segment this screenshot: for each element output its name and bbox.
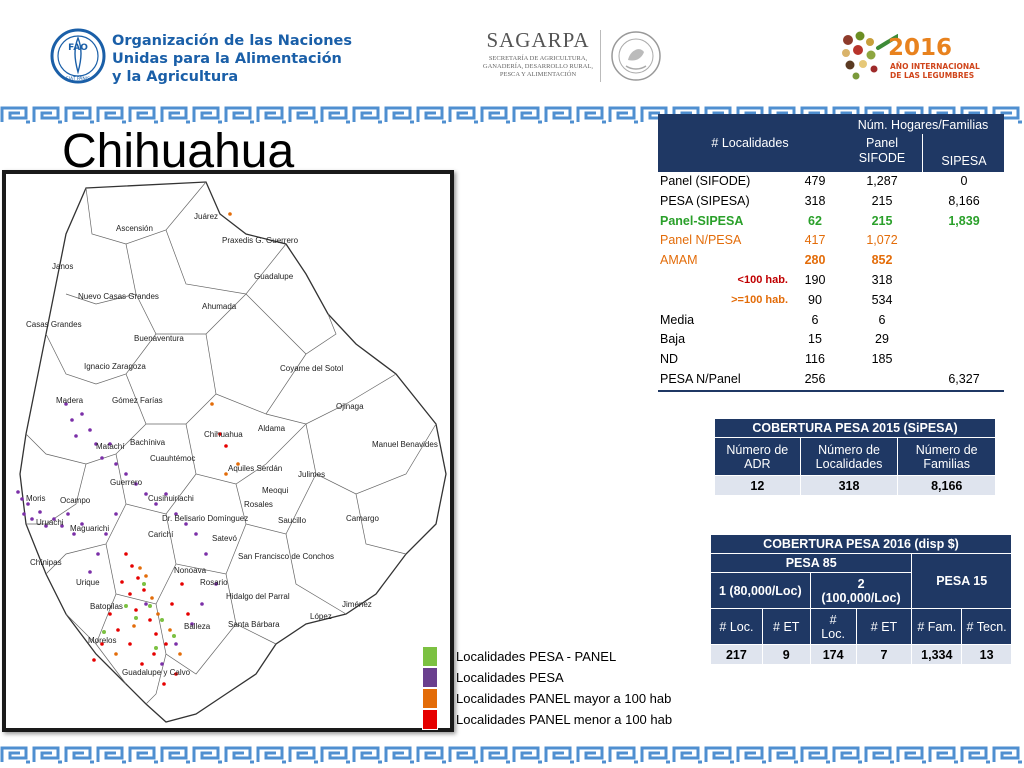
map-label: Balleza (184, 622, 211, 631)
map-label: Hidalgo del Parral (226, 592, 290, 601)
legend-swatch-red (422, 709, 438, 730)
map-label: Saucillo (278, 516, 307, 525)
map-label: Uruachi (36, 518, 64, 527)
map-label: Aldama (258, 424, 286, 433)
map-label: Rosales (244, 500, 273, 509)
map-label: Gómez Farías (112, 396, 163, 405)
map-label: Juárez (194, 212, 219, 221)
map-label: Nonoava (174, 566, 207, 575)
table-row: 217 9 174 7 1,334 13 (710, 644, 1012, 665)
fao-name: Organización de las Naciones Unidas para… (112, 33, 352, 85)
map-label: Guerrero (110, 478, 143, 487)
logo-divider (600, 30, 601, 82)
map-label: Dr. Belisario Domínguez (162, 514, 249, 523)
map-label: Chihuahua (204, 430, 243, 439)
map-label: Santa Bárbara (228, 620, 280, 629)
map-label: San Francisco de Conchos (238, 552, 335, 561)
map-label: Ahumada (202, 302, 237, 311)
map-label: Meoqui (262, 486, 289, 495)
map-label: Camargo (346, 514, 379, 523)
localidades-table: # Localidades Núm. Hogares/Familias Pane… (658, 114, 1004, 392)
legend-item: Localidades PESA (422, 667, 722, 688)
map-label: Cuauhtémoc (150, 454, 196, 463)
map-label: Bachíniva (130, 438, 166, 447)
map-label: Janos (52, 262, 74, 271)
map-label: Aquiles Serdán (228, 464, 283, 473)
map-label: Ojinaga (336, 402, 364, 411)
sagarpa-logo: SAGARPA SECRETARÍA DE AGRICULTURA, GANAD… (482, 28, 594, 78)
map-label: Satevó (212, 534, 237, 543)
table-row: ND 116 185 (660, 352, 893, 367)
table-row: Panel N/PESA 417 1,072 (660, 233, 898, 248)
map-label: Moris (26, 494, 46, 503)
map-label: Casas Grandes (26, 320, 82, 329)
map-label: Morelos (88, 636, 117, 645)
fao-logo: FAO FIAT PANIS (50, 28, 106, 84)
map-label: Guadalupe (254, 272, 294, 281)
cobertura-2015-table: COBERTURA PESA 2015 (SiPESA) Número de AD… (714, 418, 996, 496)
table-title: COBERTURA PESA 2015 (SiPESA) (714, 418, 996, 438)
year-subtitle: AÑO INTERNACIONAL DE LAS LEGUMBRES (890, 62, 980, 80)
map-label: Ocampo (60, 496, 91, 505)
map-label: Jiménez (342, 600, 372, 609)
map-label: Maguarichi (70, 524, 110, 533)
map-label: López (310, 612, 332, 621)
map-label: Batopilas (90, 602, 123, 611)
table-row: >=100 hab. 90 534 (731, 292, 893, 307)
map-label: Coyame del Sotol (280, 364, 344, 373)
table-row: Panel (SIFODE) 479 1,287 0 (660, 174, 968, 188)
table-row: AMAM 280 852 (660, 253, 893, 268)
table-row: PESA N/Panel 256 6,327 (660, 371, 980, 386)
map-label: Carichí (148, 530, 174, 539)
map-canvas (16, 181, 447, 723)
table-row: Media 6 6 (660, 312, 886, 327)
svg-text:FIAT PANIS: FIAT PANIS (66, 76, 90, 82)
chihuahua-map: Juárez Ascensión Praxedis G. Guerrero Ja… (2, 170, 454, 732)
table-row: Baja 15 29 (660, 332, 889, 347)
year-2016: 2016 (888, 35, 953, 61)
map-label: Praxedis G. Guerrero (222, 236, 299, 245)
legend-item: Localidades PANEL menor a 100 hab (422, 709, 722, 730)
decorative-band-bottom (0, 744, 1024, 766)
cobertura-2016-table: COBERTURA PESA 2016 (disp $) PESA 85 PES… (709, 534, 1012, 665)
map-label: Cusihuiriachi (148, 494, 194, 503)
legend-swatch-green (422, 646, 438, 667)
map-label: Buenaventura (134, 334, 184, 343)
table-row: Panel-SIPESA 62 215 1,839 (660, 213, 980, 228)
map-label: Ignacio Zaragoza (84, 362, 146, 371)
table-row: PESA (SIPESA) 318 215 8,166 (660, 193, 980, 208)
map-label: Nuevo Casas Grandes (78, 292, 159, 301)
map-label: Ascensión (116, 224, 153, 233)
table-title: COBERTURA PESA 2016 (disp $) (710, 534, 1012, 554)
table-row: <100 hab. 190 318 (737, 272, 893, 287)
map-label: Chínipas (30, 558, 62, 567)
map-label: Guadalupe y Calvo (122, 668, 191, 677)
map-label: Rosario (200, 578, 228, 587)
map-label: Julimes (298, 470, 326, 479)
map-label: Urique (76, 578, 100, 587)
table-row: 12 318 8,166 (714, 475, 996, 496)
table-header: # Localidades Núm. Hogares/Familias Pane… (658, 114, 1004, 172)
map-label: Matachí (96, 442, 125, 451)
svg-text:FAO: FAO (68, 43, 88, 53)
map-label: Manuel Benavides (372, 440, 438, 449)
legend-item: Localidades PANEL mayor a 100 hab (422, 688, 722, 709)
map-label: Madera (56, 396, 84, 405)
legend-swatch-purple (422, 667, 438, 688)
legend-item: Localidades PESA - PANEL (422, 646, 722, 667)
legend-swatch-orange (422, 688, 438, 709)
mexico-seal-icon (611, 31, 661, 81)
